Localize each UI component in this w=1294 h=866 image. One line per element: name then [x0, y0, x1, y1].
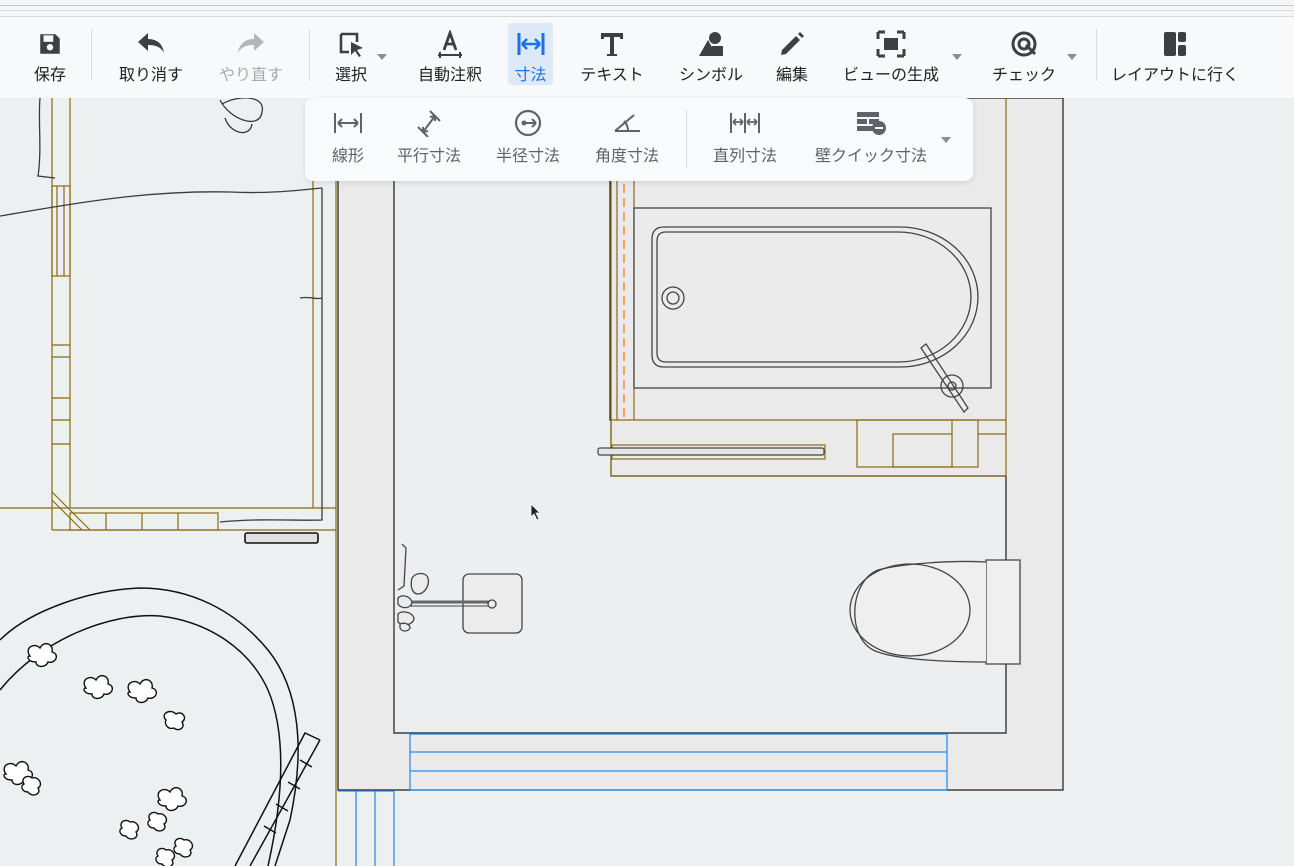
dimension-button[interactable]: 寸法	[508, 23, 553, 85]
select-label: 選択	[334, 65, 367, 84]
pencil-icon	[781, 32, 804, 55]
chain-dimension-button[interactable]: 直列寸法	[706, 108, 784, 166]
edit-label: 編集	[775, 65, 808, 84]
symbol-label: シンボル	[678, 65, 743, 84]
select-cursor-icon	[339, 32, 363, 57]
radius-dimension-label: 半径寸法	[495, 146, 560, 165]
dimension-subtoolbar: 線形 平行寸法 半径寸法 角度寸法 直列寸法 壁クイック寸法	[305, 98, 973, 181]
toolbar-divider	[91, 29, 92, 81]
towel-bar[interactable]	[597, 447, 825, 456]
angle-dimension-button[interactable]: 角度寸法	[589, 108, 665, 166]
check-label: チェック	[991, 65, 1056, 84]
generate-view-label: ビューの生成	[842, 65, 939, 84]
generate-view-icon	[876, 30, 906, 58]
wall-quick-dimension-button[interactable]: 壁クイック寸法	[808, 108, 934, 166]
redo-button[interactable]: やり直す	[212, 23, 290, 85]
window-top-edge	[0, 0, 1294, 17]
angle-dimension-icon	[614, 114, 640, 132]
redo-label: やり直す	[218, 65, 283, 84]
subtoolbar-divider	[686, 110, 687, 168]
main-toolbar: 保存 取り消す やり直す 選択 自動注釈 寸法 テキスト シンボル 編集 ビュー…	[0, 17, 1294, 98]
check-button[interactable]: チェック	[985, 23, 1063, 85]
layout-icon	[1164, 32, 1186, 56]
wall-quick-dimension-dropdown-caret[interactable]	[941, 137, 951, 143]
dimension-icon	[517, 33, 544, 55]
go-to-layout-button[interactable]: レイアウトに行く	[1104, 23, 1246, 85]
radius-dimension-button[interactable]: 半径寸法	[490, 108, 566, 166]
linear-dimension-label: 線形	[331, 146, 364, 165]
auto-annotate-icon	[438, 30, 462, 58]
go-to-layout-label: レイアウトに行く	[1110, 65, 1239, 84]
radius-dimension-icon	[514, 109, 542, 137]
edit-button[interactable]: 編集	[770, 23, 814, 85]
aligned-dimension-label: 平行寸法	[396, 146, 461, 165]
save-button[interactable]: 保存	[28, 23, 72, 85]
chain-dimension-icon	[730, 113, 760, 133]
undo-icon	[138, 33, 164, 53]
save-icon	[40, 34, 60, 54]
bathtub[interactable]	[633, 207, 992, 414]
text-button[interactable]: テキスト	[575, 23, 649, 85]
wall-quick-dimension-label: 壁クイック寸法	[814, 146, 927, 165]
angle-dimension-label: 角度寸法	[594, 146, 659, 165]
undo-label: 取り消す	[118, 65, 183, 84]
linear-dimension-button[interactable]: 線形	[325, 108, 371, 166]
check-target-icon	[1011, 31, 1037, 57]
wall-quick-dimension-icon	[857, 112, 886, 135]
toolbar-divider	[1096, 29, 1097, 81]
select-dropdown-caret[interactable]	[377, 54, 387, 60]
chain-dimension-label: 直列寸法	[712, 146, 777, 165]
save-label: 保存	[33, 65, 66, 84]
dimension-label: 寸法	[514, 65, 547, 84]
check-dropdown-caret[interactable]	[1067, 54, 1077, 60]
auto-annotate-button[interactable]: 自動注釈	[411, 23, 489, 85]
step-slab[interactable]	[244, 532, 319, 544]
text-label: テキスト	[580, 65, 644, 84]
symbol-button[interactable]: シンボル	[672, 23, 750, 85]
redo-icon	[238, 33, 264, 53]
linear-dimension-icon	[334, 113, 362, 133]
select-button[interactable]: 選択	[326, 23, 376, 85]
generate-view-button[interactable]: ビューの生成	[835, 23, 947, 85]
text-icon	[601, 33, 623, 56]
aligned-dimension-button[interactable]: 平行寸法	[391, 108, 467, 166]
undo-button[interactable]: 取り消す	[112, 23, 190, 85]
auto-annotate-label: 自動注釈	[417, 65, 482, 84]
generate-view-dropdown-caret[interactable]	[952, 54, 962, 60]
toolbar-divider	[309, 29, 310, 81]
symbol-icon	[699, 32, 723, 56]
aligned-dimension-icon	[417, 110, 441, 137]
